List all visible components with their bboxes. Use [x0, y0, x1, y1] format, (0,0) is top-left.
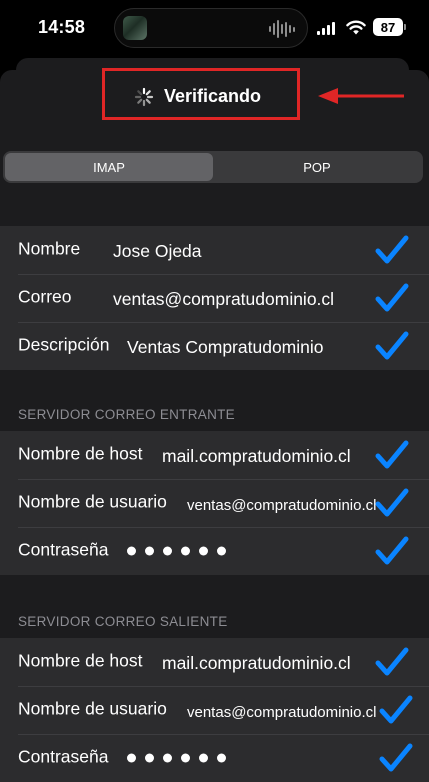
email-label: Correo [18, 286, 72, 307]
segment-imap[interactable]: IMAP [5, 153, 213, 181]
protocol-segmented-control[interactable]: IMAP POP [3, 151, 423, 183]
checkmark-icon [375, 536, 409, 565]
outgoing-password-label: Contraseña [18, 746, 109, 767]
cellular-signal-icon [317, 22, 335, 35]
checkmark-icon [375, 283, 409, 312]
email-field[interactable]: ventas@compratudominio.cl [113, 289, 334, 310]
account-sheet: Verificando IMAP POP Nombre Jose Ojeda C… [0, 68, 429, 782]
incoming-password-field[interactable] [127, 546, 226, 556]
outgoing-password-field[interactable] [127, 753, 226, 763]
checkmark-icon [375, 331, 409, 360]
outgoing-host-label: Nombre de host [18, 650, 143, 671]
incoming-password-row[interactable]: Contraseña [0, 527, 429, 575]
description-field[interactable]: Ventas Compratudominio [127, 337, 324, 358]
status-time: 14:58 [38, 17, 86, 37]
status-bar: 14:58 87 [0, 0, 429, 58]
name-label: Nombre [18, 238, 81, 259]
outgoing-user-field[interactable]: ventas@compratudominio.cl [187, 704, 387, 721]
checkmark-icon [375, 488, 409, 517]
incoming-user-field[interactable]: ventas@compratudominio.cl [187, 497, 387, 514]
email-row[interactable]: Correo ventas@compratudominio.cl [0, 274, 429, 322]
wifi-icon [346, 20, 366, 35]
incoming-user-row[interactable]: Nombre de usuario ventas@compratudominio… [0, 479, 429, 527]
segment-pop[interactable]: POP [213, 153, 421, 181]
name-row[interactable]: Nombre Jose Ojeda [0, 226, 429, 274]
incoming-user-label: Nombre de usuario [18, 491, 167, 512]
description-label: Descripción [18, 334, 110, 355]
dynamic-island[interactable] [114, 8, 308, 48]
checkmark-icon [379, 743, 413, 772]
battery-icon: 87 [373, 18, 406, 36]
screen: 14:58 87 Verificando IMAP POP Nombre Jos… [0, 0, 429, 782]
outgoing-host-row[interactable]: Nombre de host mail.compratudominio.cl [0, 638, 429, 686]
name-field[interactable]: Jose Ojeda [113, 241, 202, 262]
checkmark-icon [375, 235, 409, 264]
checkmark-icon [379, 695, 413, 724]
checkmark-icon [375, 647, 409, 676]
account-info-group: Nombre Jose Ojeda Correo ventas@compratu… [0, 226, 429, 370]
incoming-host-row[interactable]: Nombre de host mail.compratudominio.cl [0, 431, 429, 479]
outgoing-user-label: Nombre de usuario [18, 698, 167, 719]
outgoing-host-field[interactable]: mail.compratudominio.cl [162, 653, 351, 674]
incoming-server-header: SERVIDOR CORREO ENTRANTE [18, 407, 235, 422]
nav-bar: Verificando [0, 68, 429, 140]
incoming-host-field[interactable]: mail.compratudominio.cl [162, 446, 351, 467]
annotation-arrow-icon [318, 88, 404, 104]
description-row[interactable]: Descripción Ventas Compratudominio [0, 322, 429, 370]
incoming-server-group: Nombre de host mail.compratudominio.cl N… [0, 431, 429, 575]
audio-waveform-icon [269, 19, 295, 39]
outgoing-server-header: SERVIDOR CORREO SALIENTE [18, 614, 228, 629]
highlight-annotation-box [102, 68, 300, 120]
checkmark-icon [375, 440, 409, 469]
outgoing-user-row[interactable]: Nombre de usuario ventas@compratudominio… [0, 686, 429, 734]
incoming-host-label: Nombre de host [18, 443, 143, 464]
outgoing-password-row[interactable]: Contraseña [0, 734, 429, 782]
album-art-icon [123, 16, 147, 40]
incoming-password-label: Contraseña [18, 539, 109, 560]
outgoing-server-group: Nombre de host mail.compratudominio.cl N… [0, 638, 429, 782]
